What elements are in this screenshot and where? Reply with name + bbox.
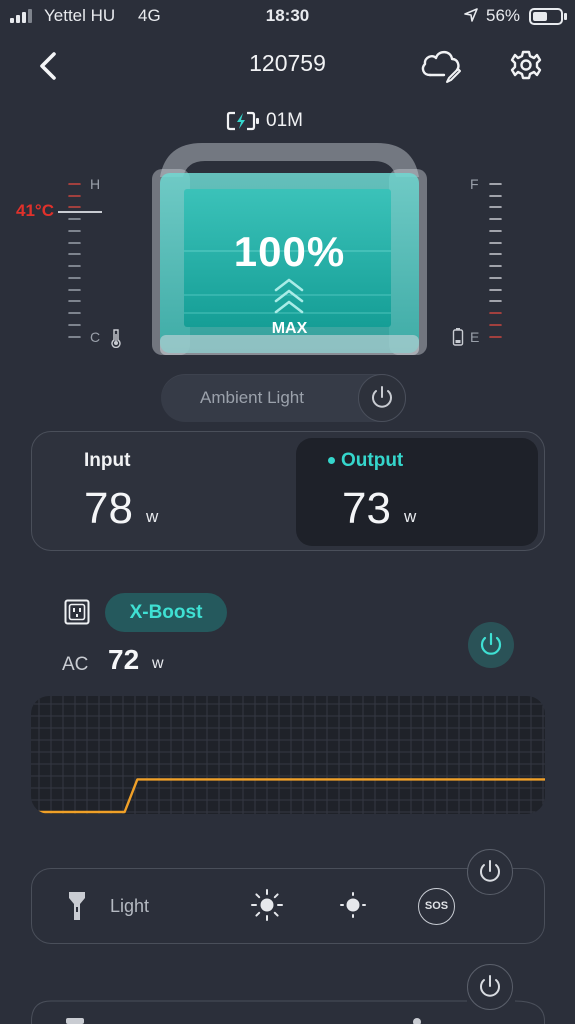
input-value: 78: [84, 484, 133, 533]
cloud-sync-icon: [421, 50, 461, 83]
battery-cap: [564, 13, 567, 20]
flashlight-icon: [68, 890, 86, 922]
ambient-light-power-button[interactable]: [358, 374, 406, 422]
battery-level-icon: [452, 327, 464, 347]
sos-label: SOS: [424, 900, 449, 912]
ac-power-value: 72: [108, 644, 140, 675]
next-power-button[interactable]: [467, 964, 513, 1010]
power-icon: [480, 632, 502, 655]
thermometer-icon: [110, 328, 122, 349]
ac-power-button[interactable]: [468, 622, 514, 668]
ac-power-unit: w: [152, 655, 164, 672]
cloud-sync-button[interactable]: [418, 44, 466, 86]
xboost-label: X-Boost: [129, 602, 203, 623]
ambient-light-label: Ambient Light: [200, 388, 304, 407]
battery-level-gauge: [489, 183, 502, 338]
battery-percent: 56%: [486, 6, 521, 25]
temperature-gauge: [68, 183, 81, 338]
power-icon: [372, 386, 392, 408]
gauge-empty-label: E: [470, 329, 480, 345]
battery-charging-icon: [226, 111, 260, 131]
output-power-chart: [31, 696, 545, 814]
light-power-button[interactable]: [467, 849, 513, 895]
location-icon: [464, 8, 478, 25]
sun-bright-icon: [251, 889, 283, 921]
brightness-high-button[interactable]: [250, 888, 284, 922]
input-unit: w: [146, 507, 159, 526]
chart-canvas: [31, 696, 545, 814]
power-icon: [480, 860, 500, 882]
output-active-dot: [328, 457, 335, 464]
battery-percentage: 100%: [233, 228, 346, 275]
output-panel[interactable]: [296, 438, 538, 546]
gear-icon: [510, 50, 542, 80]
ac-outlet-icon: [64, 599, 90, 625]
battery-icon: [529, 8, 563, 25]
gauge-high-label: H: [90, 176, 101, 192]
output-unit: w: [404, 507, 417, 526]
power-icon: [480, 975, 500, 997]
brightness-low-button[interactable]: [336, 888, 370, 922]
sun-dim-icon: [340, 892, 366, 918]
gauge-low-label: C: [90, 329, 101, 345]
input-label: Input: [84, 450, 131, 471]
charge-mode-label: MAX: [271, 320, 308, 337]
charge-time-remaining: 01M: [266, 110, 303, 131]
page-title: 120759: [249, 50, 326, 76]
output-value: 73: [342, 484, 391, 533]
settings-button[interactable]: [505, 44, 547, 86]
ac-label: AC: [62, 654, 89, 675]
temperature-value: 41°C: [16, 201, 54, 220]
output-label: Output: [341, 450, 404, 471]
light-label: Light: [110, 896, 150, 916]
gauge-full-label: F: [470, 176, 479, 192]
temperature-indicator-line: [58, 211, 102, 213]
chart-series-line: [31, 778, 545, 814]
